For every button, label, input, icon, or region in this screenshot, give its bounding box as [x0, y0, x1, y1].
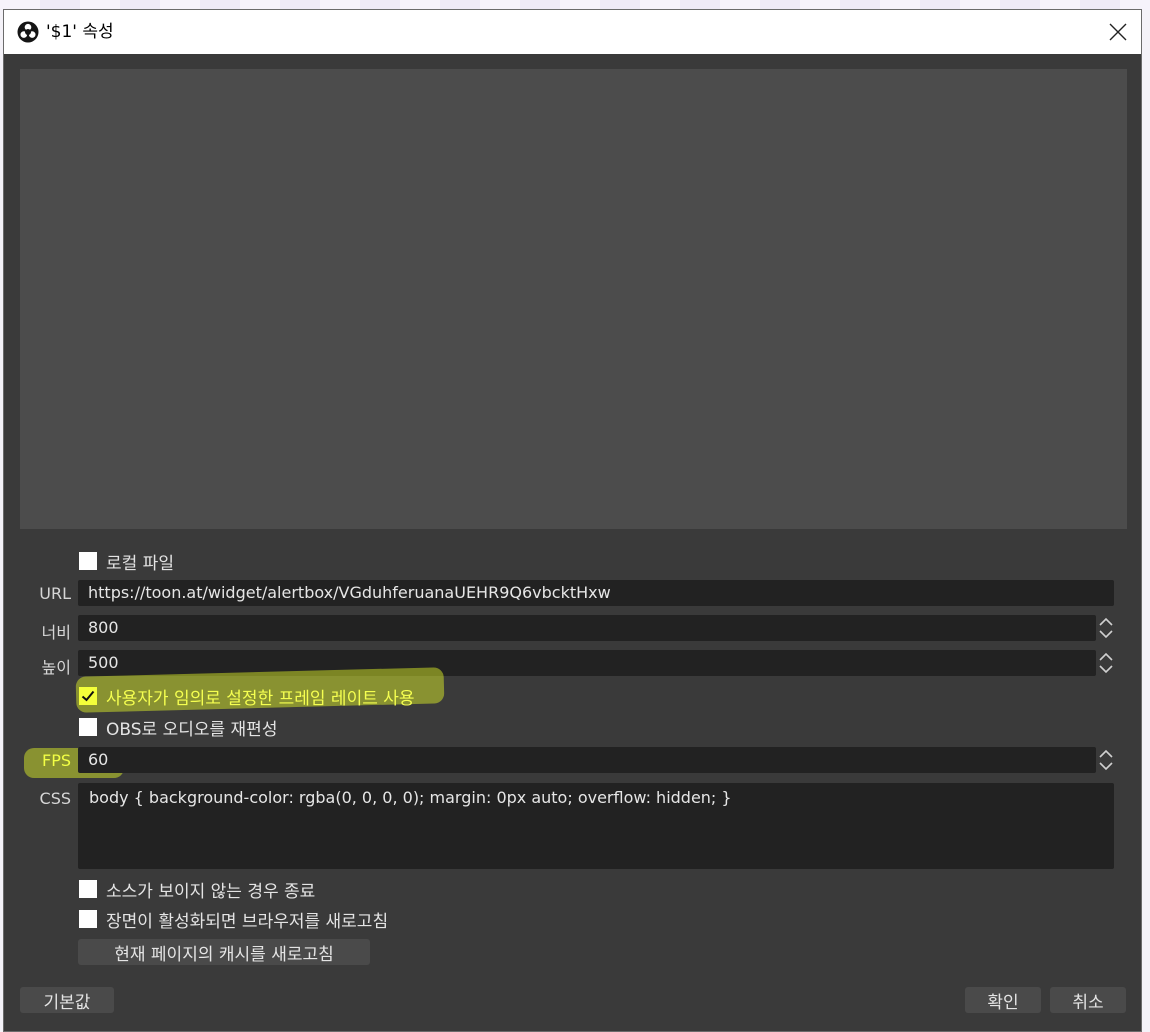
ok-button[interactable]: 확인	[965, 987, 1041, 1013]
css-label: CSS	[39, 789, 71, 808]
height-label: 높이	[41, 658, 71, 677]
url-label: URL	[39, 584, 71, 603]
custom-fps-label: 사용자가 임의로 설정한 프레임 레이트 사용	[106, 689, 415, 709]
obs-audio-checkbox[interactable]	[79, 718, 97, 736]
checkmark-icon	[81, 690, 95, 702]
width-spin-icon[interactable]	[1097, 615, 1115, 641]
cancel-button[interactable]: 취소	[1050, 987, 1126, 1013]
url-input[interactable]: https://toon.at/widget/alertbox/VGduhfer…	[78, 580, 1114, 606]
url-value: https://toon.at/widget/alertbox/VGduhfer…	[88, 583, 611, 602]
refresh-cache-button[interactable]: 현재 페이지의 캐시를 새로고침	[78, 939, 370, 965]
close-button[interactable]	[1095, 10, 1141, 54]
fps-input[interactable]: 60	[78, 747, 1096, 773]
width-label: 너비	[41, 623, 71, 642]
refresh-on-scene-checkbox[interactable]	[79, 910, 97, 928]
css-textarea[interactable]: body { background-color: rgba(0, 0, 0, 0…	[78, 783, 1114, 869]
width-value: 800	[88, 618, 119, 637]
defaults-button[interactable]: 기본값	[20, 987, 114, 1013]
refresh-on-scene-label: 장면이 활성화되면 브라우저를 새로고침	[106, 912, 389, 932]
local-file-checkbox[interactable]	[79, 552, 97, 570]
shutdown-checkbox[interactable]	[79, 880, 97, 898]
custom-fps-checkbox[interactable]	[79, 687, 97, 705]
title-bar: '$1' 속성	[4, 10, 1141, 54]
local-file-label: 로컬 파일	[106, 554, 174, 574]
obs-audio-label: OBS로 오디오를 재편성	[106, 720, 278, 740]
fps-value: 60	[88, 750, 109, 769]
height-value: 500	[88, 653, 119, 672]
fps-spin-icon[interactable]	[1097, 747, 1115, 773]
window-title: '$1' 속성	[46, 22, 114, 42]
fps-label: FPS	[41, 751, 71, 770]
width-input[interactable]: 800	[78, 615, 1096, 641]
shutdown-label: 소스가 보이지 않는 경우 종료	[106, 882, 316, 902]
obs-logo-icon	[17, 21, 39, 43]
close-icon	[1109, 23, 1127, 41]
browser-preview	[20, 69, 1127, 529]
css-value: body { background-color: rgba(0, 0, 0, 0…	[89, 788, 732, 807]
properties-dialog: '$1' 속성 로컬 파일 URL https://toon.at/widget…	[3, 9, 1142, 1032]
height-spin-icon[interactable]	[1097, 650, 1115, 676]
